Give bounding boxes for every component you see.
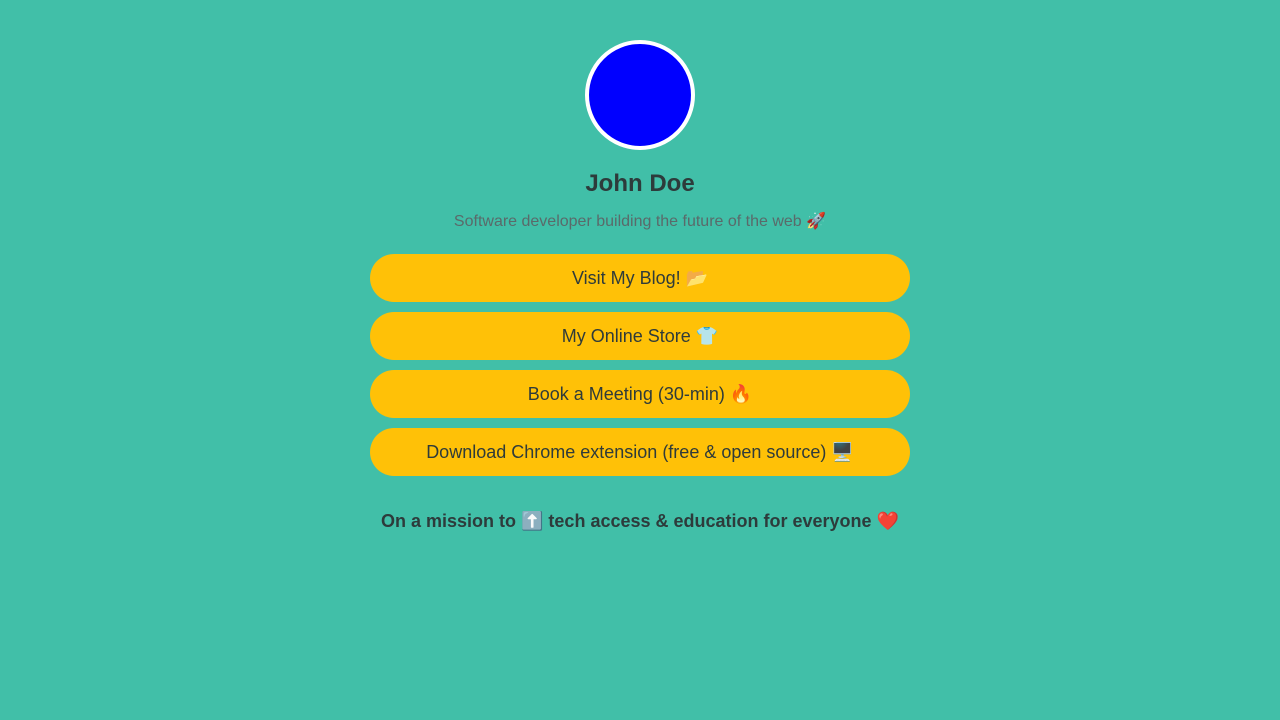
download-extension-button[interactable]: Download Chrome extension (free & open s…: [370, 428, 910, 476]
avatar: [585, 40, 695, 150]
online-store-button[interactable]: My Online Store 👕: [370, 312, 910, 360]
list-item: Book a Meeting (30-min) 🔥: [370, 370, 910, 418]
profile-name: John Doe: [585, 170, 695, 197]
list-item: Download Chrome extension (free & open s…: [370, 428, 910, 476]
profile-page: John Doe Software developer building the…: [0, 0, 1280, 720]
profile-bio: Software developer building the future o…: [453, 213, 827, 230]
visit-blog-button[interactable]: Visit My Blog! 📂: [370, 254, 910, 302]
list-item: My Online Store 👕: [370, 312, 910, 360]
list-item: Visit My Blog! 📂: [370, 254, 910, 302]
book-meeting-button[interactable]: Book a Meeting (30-min) 🔥: [370, 370, 910, 418]
mission-statement: On a mission to ⬆️ tech access & educati…: [381, 511, 899, 531]
link-list: Visit My Blog! 📂 My Online Store 👕 Book …: [370, 254, 910, 486]
